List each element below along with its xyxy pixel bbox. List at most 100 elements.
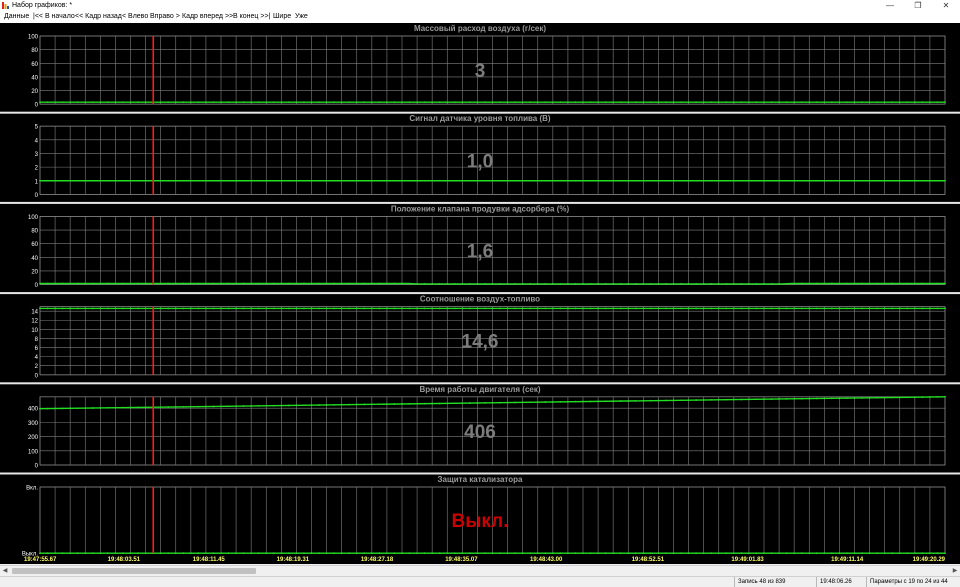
horizontal-scrollbar[interactable]: ◀ ▶ bbox=[0, 565, 960, 576]
current-value: Выкл. bbox=[451, 511, 508, 532]
series-point bbox=[318, 552, 320, 554]
chart-area[interactable]: Массовый расход воздуха (г/сек)100806040… bbox=[0, 23, 960, 564]
series-point bbox=[394, 552, 396, 554]
series-point bbox=[303, 283, 305, 285]
series-point bbox=[944, 552, 946, 554]
series-point bbox=[492, 101, 494, 103]
series-point bbox=[99, 180, 101, 182]
y-tick-label: 4 bbox=[35, 138, 39, 144]
series-point bbox=[348, 283, 350, 285]
series-point bbox=[409, 180, 411, 182]
series-point bbox=[718, 283, 720, 285]
menu-wider[interactable]: Шире bbox=[273, 11, 291, 23]
series-point bbox=[469, 101, 471, 103]
series-point bbox=[914, 396, 916, 398]
series-point bbox=[499, 402, 501, 404]
menu-data[interactable]: Данные bbox=[4, 11, 29, 23]
series-point bbox=[831, 180, 833, 182]
series-point bbox=[401, 308, 403, 310]
series-point bbox=[937, 308, 939, 310]
scrollbar-thumb[interactable] bbox=[12, 568, 256, 574]
series-point bbox=[590, 552, 592, 554]
menu-right[interactable]: Вправо > bbox=[150, 11, 180, 23]
series-point bbox=[160, 406, 162, 408]
menu-frame-back[interactable]: << Кадр назад bbox=[75, 11, 122, 23]
series-point bbox=[394, 180, 396, 182]
series-point bbox=[612, 101, 614, 103]
series-point bbox=[137, 180, 139, 182]
series-point bbox=[605, 180, 607, 182]
series-point bbox=[54, 308, 56, 310]
series-point bbox=[439, 403, 441, 405]
series-point bbox=[77, 308, 79, 310]
series-point bbox=[39, 408, 41, 410]
scroll-right-icon[interactable]: ▶ bbox=[950, 566, 960, 576]
series-point bbox=[99, 308, 101, 310]
series-point bbox=[854, 397, 856, 399]
series-point bbox=[944, 308, 946, 310]
series-point bbox=[47, 101, 49, 103]
series-point bbox=[582, 283, 584, 285]
series-point bbox=[635, 283, 637, 285]
series-point bbox=[921, 396, 923, 398]
series-point bbox=[77, 283, 79, 285]
menu-narrower[interactable]: Уже bbox=[295, 11, 308, 23]
series-point bbox=[718, 399, 720, 401]
series-point bbox=[756, 180, 758, 182]
series-point bbox=[265, 405, 267, 407]
app-icon bbox=[2, 2, 9, 9]
series-point bbox=[333, 308, 335, 310]
series-point bbox=[778, 552, 780, 554]
series-point bbox=[394, 403, 396, 405]
series-point bbox=[69, 552, 71, 554]
series-point bbox=[575, 552, 577, 554]
menu-frame-forward[interactable]: Кадр вперед >> bbox=[182, 11, 233, 23]
series-point bbox=[386, 308, 388, 310]
time-tick-label: 19:48:52.51 bbox=[632, 557, 665, 563]
menu-left[interactable]: < Влево bbox=[122, 11, 148, 23]
series-point bbox=[891, 308, 893, 310]
close-button[interactable]: ✕ bbox=[932, 0, 960, 11]
series-point bbox=[243, 552, 245, 554]
series-point bbox=[891, 101, 893, 103]
series-point bbox=[703, 101, 705, 103]
scroll-left-icon[interactable]: ◀ bbox=[0, 566, 10, 576]
y-tick-label: 8 bbox=[35, 337, 39, 343]
series-point bbox=[703, 308, 705, 310]
series-point bbox=[544, 552, 546, 554]
series-point bbox=[899, 180, 901, 182]
menu-to-start[interactable]: |<< В начало bbox=[33, 11, 75, 23]
menu-to-end[interactable]: В конец >>| bbox=[233, 11, 270, 23]
series-point bbox=[567, 401, 569, 403]
series-point bbox=[937, 396, 939, 398]
series-point bbox=[250, 283, 252, 285]
minimize-button[interactable]: — bbox=[876, 0, 904, 11]
series-point bbox=[341, 552, 343, 554]
series-point bbox=[243, 101, 245, 103]
series-point bbox=[786, 180, 788, 182]
series-point bbox=[54, 283, 56, 285]
series-point bbox=[559, 283, 561, 285]
chart-title: Массовый расход воздуха (г/сек) bbox=[414, 24, 546, 33]
series-point bbox=[710, 552, 712, 554]
series-point bbox=[876, 101, 878, 103]
series-point bbox=[567, 283, 569, 285]
series-point bbox=[69, 101, 71, 103]
series-point bbox=[409, 403, 411, 405]
series-point bbox=[47, 552, 49, 554]
y-tick-label: 300 bbox=[28, 421, 39, 427]
series-point bbox=[122, 101, 124, 103]
series-point bbox=[665, 400, 667, 402]
series-point bbox=[318, 101, 320, 103]
series-point bbox=[499, 308, 501, 310]
series-point bbox=[718, 101, 720, 103]
series-point bbox=[680, 552, 682, 554]
series-point bbox=[688, 308, 690, 310]
series-point bbox=[431, 180, 433, 182]
time-tick-label: 19:49:20.29 bbox=[913, 557, 946, 563]
series-point bbox=[122, 407, 124, 409]
maximize-button[interactable]: ❐ bbox=[904, 0, 932, 11]
series-point bbox=[182, 283, 184, 285]
series-point bbox=[484, 552, 486, 554]
series-point bbox=[559, 552, 561, 554]
